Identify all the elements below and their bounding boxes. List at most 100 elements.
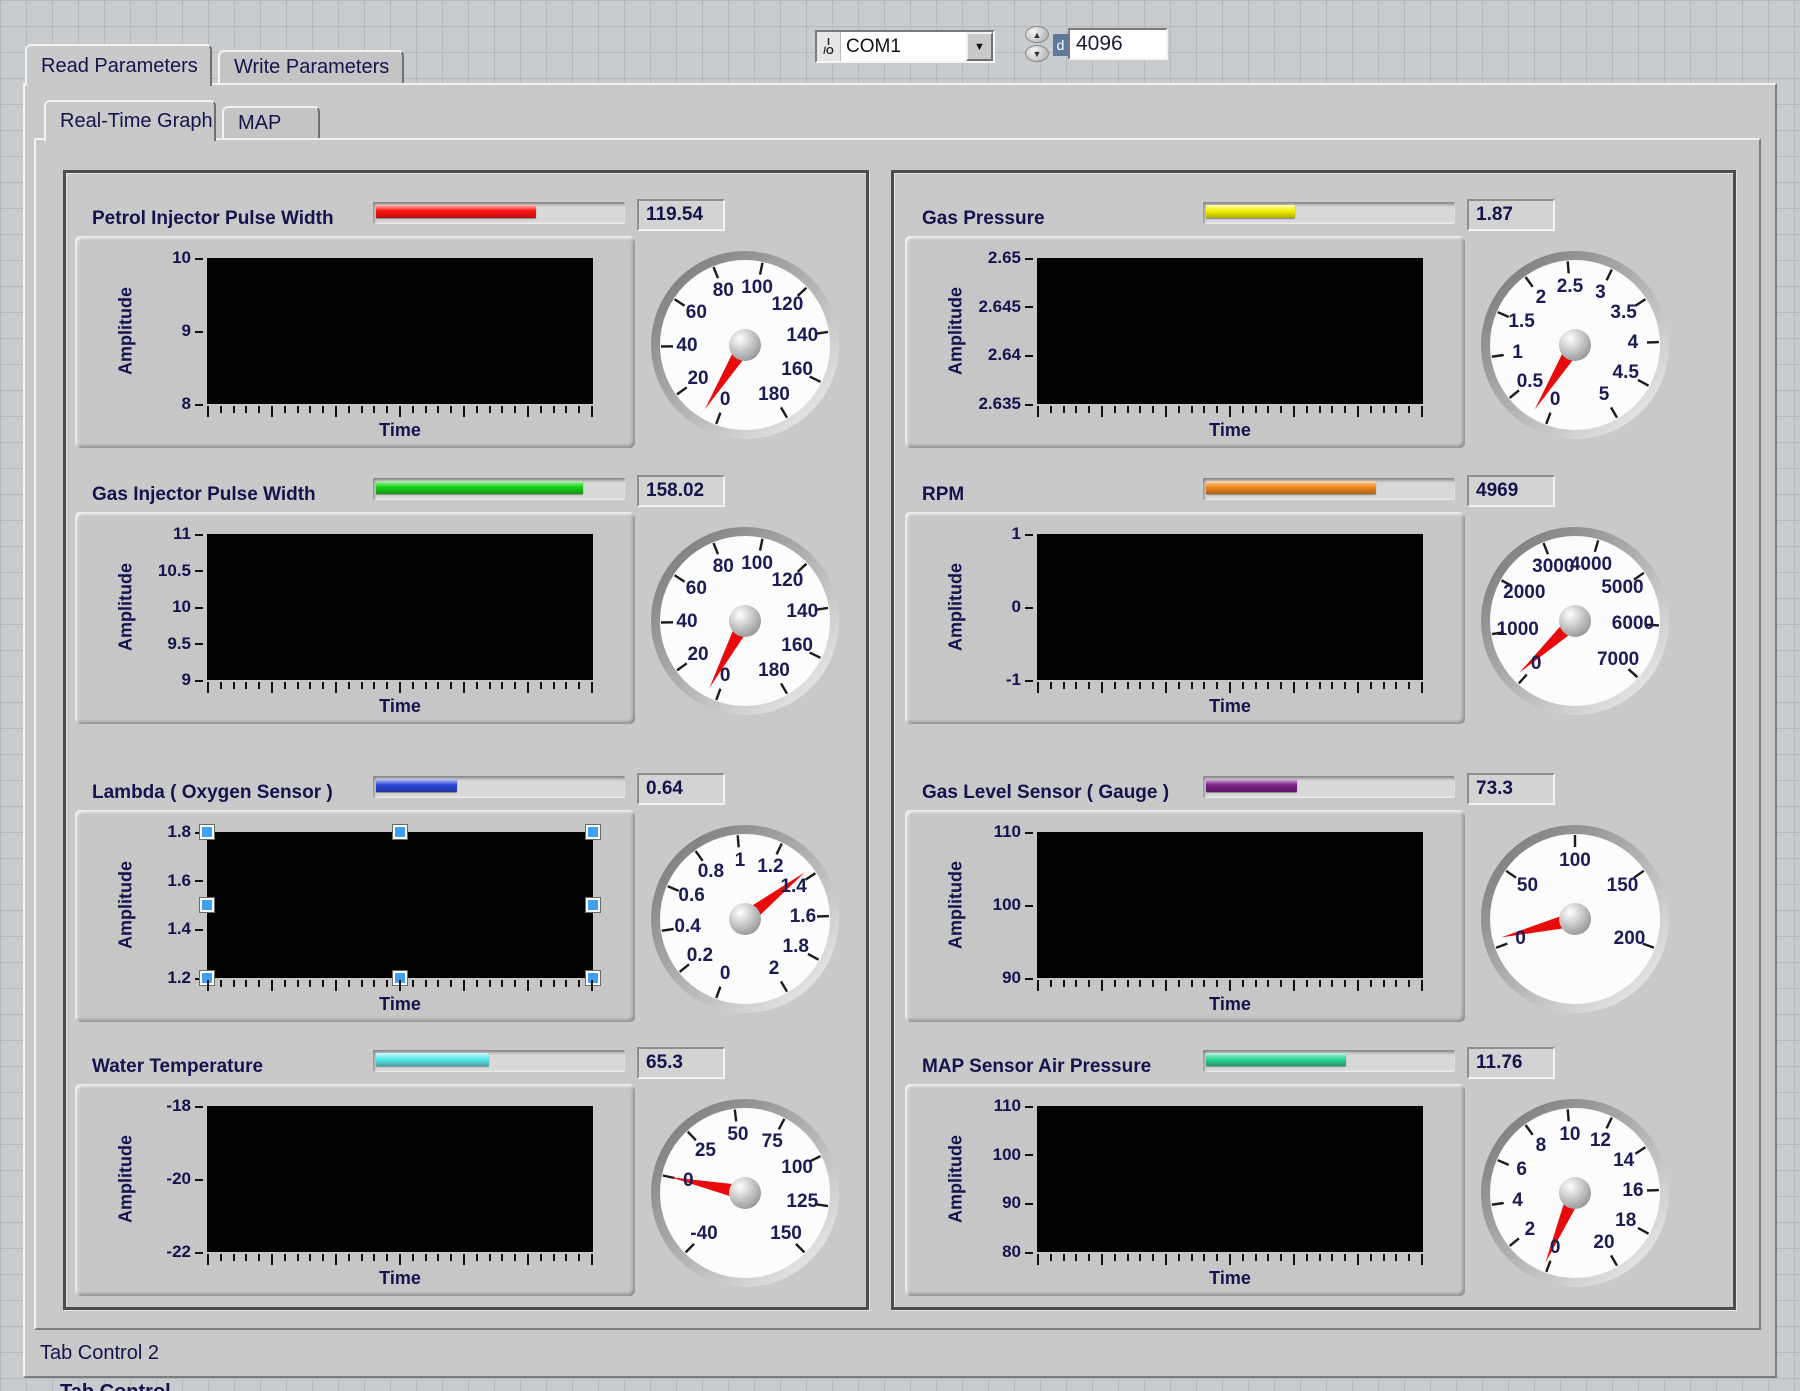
x-tick-mark: [1049, 682, 1052, 689]
value-slider[interactable]: [373, 776, 625, 798]
gauge-tick-label: 5000: [1601, 576, 1644, 598]
y-tick-label: 100: [993, 895, 1033, 915]
value-slider[interactable]: [373, 1050, 625, 1072]
gauge-tick-label: 0.2: [686, 944, 714, 966]
gauge-tick-label: 16: [1622, 1179, 1644, 1201]
y-tick-label: 100: [993, 1145, 1033, 1165]
x-tick-mark: [1241, 682, 1244, 689]
selection-handle[interactable]: [200, 898, 214, 912]
x-tick-mark: [373, 980, 376, 987]
decrement-button[interactable]: ▼: [1025, 45, 1049, 62]
x-tick-mark: [424, 1254, 427, 1261]
x-tick-mark: [526, 1254, 529, 1265]
x-tick-mark: [424, 980, 427, 987]
x-tick-mark: [386, 980, 389, 987]
x-tick-mark: [322, 980, 325, 987]
numeric-input[interactable]: 4096: [1068, 28, 1168, 60]
panel-title: Lambda ( Oxygen Sensor ): [92, 782, 333, 803]
y-tick-label: -1: [1006, 670, 1033, 690]
sensor-panel: Gas Pressure 1.87 Amplitude 2.65 2.645 2.6…: [895, 186, 1695, 456]
value-slider[interactable]: [1203, 776, 1455, 798]
gauge-tick-label: 40: [676, 335, 698, 356]
tab-read-parameters[interactable]: Read Parameters: [25, 44, 212, 86]
x-tick-mark: [232, 1254, 235, 1261]
labview-front-panel: Write Parameters Read Parameters I /O CO…: [0, 0, 1800, 1391]
x-tick-mark: [1228, 406, 1231, 417]
radix-indicator[interactable]: d: [1053, 34, 1068, 56]
x-tick-mark: [1280, 406, 1283, 413]
waveform-chart-plot[interactable]: [207, 534, 593, 680]
gauge-tick-label: 4.5: [1612, 362, 1639, 384]
gauge-hub: [1559, 903, 1591, 935]
x-tick-mark: [1037, 682, 1039, 693]
x-tick-mark: [1344, 980, 1347, 987]
x-tick-mark: [1254, 406, 1257, 413]
x-tick-mark: [462, 682, 465, 693]
x-tick-mark: [539, 682, 542, 689]
waveform-chart-plot[interactable]: [1037, 832, 1423, 978]
gauge-tick-label: 3: [1595, 281, 1606, 303]
x-tick-mark: [1241, 1254, 1244, 1261]
x-tick-mark: [1395, 980, 1398, 987]
value-slider[interactable]: [1203, 1050, 1455, 1072]
panel-title: Water Temperature: [92, 1056, 264, 1077]
gauge-tick-label: 12: [1589, 1129, 1611, 1151]
y-tick-label: 2.635: [978, 394, 1033, 414]
selection-handle[interactable]: [586, 898, 600, 912]
com-port-selector[interactable]: I /O COM1 ▼: [815, 30, 995, 63]
x-tick-mark: [1216, 980, 1219, 987]
x-tick-mark: [1369, 980, 1372, 987]
x-tick-mark: [1344, 1254, 1347, 1261]
y-tick-label: 0: [1012, 597, 1033, 617]
panel-title: MAP Sensor Air Pressure: [922, 1056, 1152, 1077]
x-tick-mark: [1126, 980, 1129, 987]
waveform-chart-plot[interactable]: [1037, 534, 1423, 680]
selection-handle[interactable]: [200, 825, 214, 839]
x-tick-mark: [296, 406, 299, 413]
waveform-chart-plot[interactable]: [207, 258, 593, 404]
x-tick-mark: [501, 1254, 504, 1261]
waveform-chart-plot[interactable]: [1037, 258, 1423, 404]
sensor-panel: MAP Sensor Air Pressure 11.76 Amplitude …: [895, 1034, 1695, 1304]
x-tick-mark: [501, 682, 504, 689]
x-tick-mark: [334, 682, 337, 693]
increment-button[interactable]: ▲: [1025, 26, 1049, 43]
selection-handle[interactable]: [586, 825, 600, 839]
gauge-hub: [1559, 329, 1591, 361]
waveform-chart-plot[interactable]: [200, 825, 600, 985]
x-tick-mark: [1420, 980, 1423, 991]
tab-real-time-graph[interactable]: Real-Time Graph: [44, 100, 216, 141]
x-tick-mark: [424, 406, 427, 413]
x-tick-mark: [219, 406, 222, 413]
value-slider[interactable]: [373, 202, 625, 224]
gauge-indicator: 0 1000 2000 3000 4000 5000 6000 7000: [1480, 526, 1670, 716]
selection-handle[interactable]: [393, 825, 407, 839]
x-tick-mark: [1152, 682, 1155, 689]
x-tick-mark: [207, 1254, 209, 1265]
y-axis-ticks: 10 9 8: [141, 248, 203, 413]
com-port-dropdown-button[interactable]: ▼: [966, 32, 993, 61]
waveform-chart-plot[interactable]: [1037, 1106, 1423, 1252]
x-tick-mark: [1139, 1254, 1142, 1261]
x-axis-ticks: [207, 682, 593, 694]
tab-write-parameters[interactable]: Write Parameters: [218, 50, 404, 83]
x-tick-mark: [1075, 406, 1078, 413]
x-tick-mark: [1331, 682, 1334, 689]
x-tick-mark: [1203, 682, 1206, 689]
x-tick-mark: [1113, 406, 1116, 413]
value-slider[interactable]: [1203, 202, 1455, 224]
gauge-tick-label: 160: [781, 635, 813, 657]
x-tick-mark: [514, 980, 517, 987]
waveform-chart-plot[interactable]: [207, 1106, 593, 1252]
y-axis-ticks: 11 10.5 10 9.5 9: [141, 524, 203, 689]
x-tick-mark: [590, 682, 593, 693]
y-axis-label: Amplitude: [115, 287, 136, 375]
gauge-tick-label: 180: [758, 660, 790, 682]
x-axis-label: Time: [1209, 420, 1251, 440]
x-tick-mark: [360, 406, 363, 413]
value-slider[interactable]: [373, 478, 625, 500]
io-icon: I /O: [817, 32, 841, 61]
tab-map[interactable]: MAP: [222, 106, 320, 138]
x-tick-mark: [258, 980, 261, 987]
value-slider[interactable]: [1203, 478, 1455, 500]
